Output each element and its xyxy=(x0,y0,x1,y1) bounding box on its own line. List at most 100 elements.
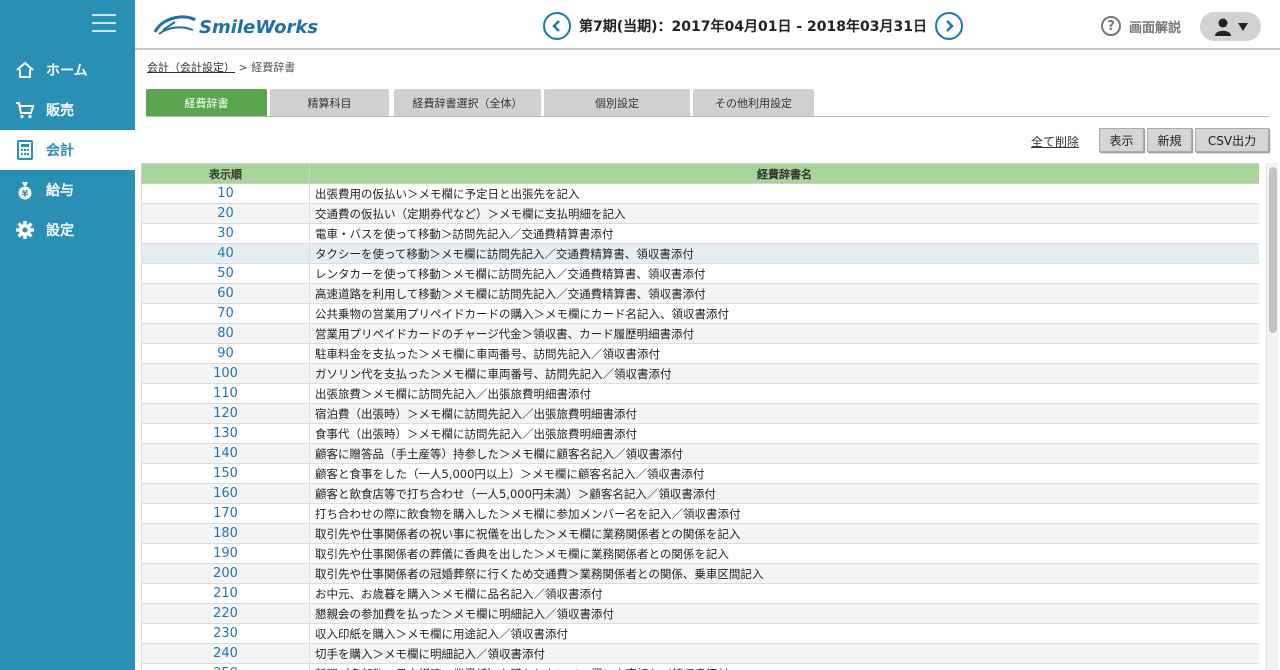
table-row[interactable]: 80 営業用プリペイドカードのチャージ代金＞領収書、カード履歴明細書添付 xyxy=(141,323,1259,344)
cell-order[interactable]: 80 xyxy=(141,323,310,344)
cell-order[interactable]: 210 xyxy=(141,583,310,604)
sidebar-item-sales[interactable]: 販売 xyxy=(0,90,135,130)
tab-dictionary-selection-all[interactable]: 経費辞書選択（全体） xyxy=(394,89,541,116)
cell-order[interactable]: 230 xyxy=(141,623,310,644)
table-row[interactable]: 230 収入印紙を購入＞メモ欄に用途記入／領収書添付 xyxy=(141,623,1259,644)
cell-name[interactable]: 収入印紙を購入＞メモ欄に用途記入／領収書添付 xyxy=(309,623,1259,644)
cell-name[interactable]: 駐車料金を支払った＞メモ欄に車両番号、訪問先記入／領収書添付 xyxy=(309,343,1259,364)
tab-expense-dictionary[interactable]: 経費辞書 xyxy=(146,89,267,116)
table-row[interactable]: 70 公共乗物の営業用プリペイドカードの購入＞メモ欄にカード名記入、領収書添付 xyxy=(141,303,1259,324)
table-row[interactable]: 90 駐車料金を支払った＞メモ欄に車両番号、訪問先記入／領収書添付 xyxy=(141,343,1259,364)
cell-name[interactable]: 顧客と飲食店等で打ち合わせ（一人5,000円未満）＞顧客名記入／領収書添付 xyxy=(309,483,1259,504)
table-row[interactable]: 110 出張旅費＞メモ欄に訪問先記入／出張旅費明細書添付 xyxy=(141,383,1259,404)
cell-name[interactable]: 取引先や仕事関係者の祝い事に祝儀を出した＞メモ欄に業務関係者との関係を記入 xyxy=(309,523,1259,544)
cell-order[interactable]: 140 xyxy=(141,443,310,464)
tab-settlement-accounts[interactable]: 精算科目 xyxy=(270,89,389,116)
table-row[interactable]: 10 出張費用の仮払い＞メモ欄に予定日と出張先を記入 xyxy=(141,183,1259,204)
cell-name[interactable]: 新聞（多部数・日本経済・業界紙）を購入した＞メモ欄に内容記入／領収書添付 xyxy=(309,663,1259,670)
delete-all-link[interactable]: 全て削除 xyxy=(1031,133,1079,150)
table-row[interactable]: 100 ガソリン代を支払った＞メモ欄に車両番号、訪問先記入／領収書添付 xyxy=(141,363,1259,384)
logo[interactable]: SmileWorks xyxy=(153,12,318,42)
table-row[interactable]: 180 取引先や仕事関係者の祝い事に祝儀を出した＞メモ欄に業務関係者との関係を記入 xyxy=(141,523,1259,544)
cell-order[interactable]: 220 xyxy=(141,603,310,624)
cell-order[interactable]: 70 xyxy=(141,303,310,324)
cell-order[interactable]: 110 xyxy=(141,383,310,404)
table-row[interactable]: 220 懇親会の参加費を払った＞メモ欄に明細記入／領収書添付 xyxy=(141,603,1259,624)
table-row[interactable]: 150 顧客と食事をした（一人5,000円以上）＞メモ欄に顧客名記入／領収書添付 xyxy=(141,463,1259,484)
user-menu-button[interactable] xyxy=(1200,12,1261,41)
cell-name[interactable]: ガソリン代を支払った＞メモ欄に車両番号、訪問先記入／領収書添付 xyxy=(309,363,1259,384)
cell-order[interactable]: 180 xyxy=(141,523,310,544)
cell-order[interactable]: 130 xyxy=(141,423,310,444)
column-header-order[interactable]: 表示順 xyxy=(141,163,310,184)
table-row[interactable]: 40 タクシーを使って移動＞メモ欄に訪問先記入／交通費精算書、領収書添付 xyxy=(141,243,1259,264)
vertical-scrollbar[interactable] xyxy=(1266,163,1278,670)
table-row[interactable]: 120 宿泊費（出張時）＞メモ欄に訪問先記入／出張旅費明細書添付 xyxy=(141,403,1259,424)
table-row[interactable]: 190 取引先や仕事関係者の葬儀に香典を出した＞メモ欄に業務関係者との関係を記入 xyxy=(141,543,1259,564)
cell-name[interactable]: 高速道路を利用して移動＞メモ欄に訪問先記入／交通費精算書、領収書添付 xyxy=(309,283,1259,304)
cell-name[interactable]: 顧客に贈答品（手土産等）持参した＞メモ欄に顧客名記入／領収書添付 xyxy=(309,443,1259,464)
cell-order[interactable]: 20 xyxy=(141,203,310,224)
next-period-button[interactable] xyxy=(934,12,963,40)
cell-name[interactable]: 宿泊費（出張時）＞メモ欄に訪問先記入／出張旅費明細書添付 xyxy=(309,403,1259,424)
table-row[interactable]: 250新聞（多部数・日本経済・業界紙）を購入した＞メモ欄に内容記入／領収書添付 xyxy=(141,663,1259,670)
tab-other-usage-settings[interactable]: その他利用設定 xyxy=(693,89,814,116)
cell-name[interactable]: 出張費用の仮払い＞メモ欄に予定日と出張先を記入 xyxy=(309,183,1259,204)
show-button[interactable]: 表示 xyxy=(1099,128,1144,152)
sidebar-item-home[interactable]: ホーム xyxy=(0,50,135,90)
cell-order[interactable]: 170 xyxy=(141,503,310,524)
table-row[interactable]: 240 切手を購入＞メモ欄に明細記入／領収書添付 xyxy=(141,643,1259,664)
cell-name[interactable]: 懇親会の参加費を払った＞メモ欄に明細記入／領収書添付 xyxy=(309,603,1259,624)
breadcrumb-parent-link[interactable]: 会計（会計設定） xyxy=(147,61,235,74)
cell-order[interactable]: 190 xyxy=(141,543,310,564)
table-row[interactable]: 60 高速道路を利用して移動＞メモ欄に訪問先記入／交通費精算書、領収書添付 xyxy=(141,283,1259,304)
cell-name[interactable]: 営業用プリペイドカードのチャージ代金＞領収書、カード履歴明細書添付 xyxy=(309,323,1259,344)
cell-order[interactable]: 120 xyxy=(141,403,310,424)
cell-name[interactable]: レンタカーを使って移動＞メモ欄に訪問先記入／交通費精算書、領収書添付 xyxy=(309,263,1259,284)
sidebar-item-payroll[interactable]: ¥ 給与 xyxy=(0,170,135,210)
cell-name[interactable]: 取引先や仕事関係者の冠婚葬祭に行くため交通費＞業務関係者との関係、乗車区間記入 xyxy=(309,563,1259,584)
new-button[interactable]: 新規 xyxy=(1147,128,1192,152)
cell-name[interactable]: 切手を購入＞メモ欄に明細記入／領収書添付 xyxy=(309,643,1259,664)
prev-period-button[interactable] xyxy=(543,12,571,40)
table-row[interactable]: 20 交通費の仮払い（定期券代など）＞メモ欄に支払明細を記入 xyxy=(141,203,1259,224)
table-row[interactable]: 30 電車・バスを使って移動＞訪問先記入／交通費精算書添付 xyxy=(141,223,1259,244)
cell-name[interactable]: 出張旅費＞メモ欄に訪問先記入／出張旅費明細書添付 xyxy=(309,383,1259,404)
cell-order[interactable]: 100 xyxy=(141,363,310,384)
cell-name[interactable]: 食事代（出張時）＞メモ欄に訪問先記入／出張旅費明細書添付 xyxy=(309,423,1259,444)
cell-order[interactable]: 200 xyxy=(141,563,310,584)
csv-export-button[interactable]: CSV出力 xyxy=(1195,128,1269,152)
cell-order[interactable]: 160 xyxy=(141,483,310,504)
cell-order[interactable]: 90 xyxy=(141,343,310,364)
table-row[interactable]: 200 取引先や仕事関係者の冠婚葬祭に行くため交通費＞業務関係者との関係、乗車区間… xyxy=(141,563,1259,584)
table-row[interactable]: 170 打ち合わせの際に飲食物を購入した＞メモ欄に参加メンバー名を記入／領収書添付 xyxy=(141,503,1259,524)
cell-order[interactable]: 40 xyxy=(141,243,310,264)
help-button[interactable]: ? 画面解説 xyxy=(1101,16,1181,36)
cell-order[interactable]: 150 xyxy=(141,463,310,484)
cell-order[interactable]: 10 xyxy=(141,183,310,204)
cell-order[interactable]: 30 xyxy=(141,223,310,244)
table-row[interactable]: 130 食事代（出張時）＞メモ欄に訪問先記入／出張旅費明細書添付 xyxy=(141,423,1259,444)
column-header-name[interactable]: 経費辞書名 xyxy=(309,163,1259,184)
cell-name[interactable]: 取引先や仕事関係者の葬儀に香典を出した＞メモ欄に業務関係者との関係を記入 xyxy=(309,543,1259,564)
cell-order[interactable]: 50 xyxy=(141,263,310,284)
cell-name[interactable]: お中元、お歳暮を購入＞メモ欄に品名記入／領収書添付 xyxy=(309,583,1259,604)
menu-toggle-icon[interactable] xyxy=(92,14,116,34)
sidebar-item-accounting[interactable]: 会計 xyxy=(0,130,135,170)
cell-order[interactable]: 240 xyxy=(141,643,310,664)
sidebar-item-settings[interactable]: 設定 xyxy=(0,210,135,250)
table-row[interactable]: 140 顧客に贈答品（手土産等）持参した＞メモ欄に顧客名記入／領収書添付 xyxy=(141,443,1259,464)
cell-name[interactable]: 打ち合わせの際に飲食物を購入した＞メモ欄に参加メンバー名を記入／領収書添付 xyxy=(309,503,1259,524)
cell-name[interactable]: 電車・バスを使って移動＞訪問先記入／交通費精算書添付 xyxy=(309,223,1259,244)
table-row[interactable]: 50 レンタカーを使って移動＞メモ欄に訪問先記入／交通費精算書、領収書添付 xyxy=(141,263,1259,284)
table-row[interactable]: 160 顧客と飲食店等で打ち合わせ（一人5,000円未満）＞顧客名記入／領収書添付 xyxy=(141,483,1259,504)
cell-name[interactable]: 顧客と食事をした（一人5,000円以上）＞メモ欄に顧客名記入／領収書添付 xyxy=(309,463,1259,484)
tab-individual-settings[interactable]: 個別設定 xyxy=(544,89,690,116)
cell-name[interactable]: タクシーを使って移動＞メモ欄に訪問先記入／交通費精算書、領収書添付 xyxy=(309,243,1259,264)
cell-order[interactable]: 250 xyxy=(141,663,310,670)
scrollbar-thumb[interactable] xyxy=(1269,167,1277,333)
cell-order[interactable]: 60 xyxy=(141,283,310,304)
cell-name[interactable]: 交通費の仮払い（定期券代など）＞メモ欄に支払明細を記入 xyxy=(309,203,1259,224)
cell-name[interactable]: 公共乗物の営業用プリペイドカードの購入＞メモ欄にカード名記入、領収書添付 xyxy=(309,303,1259,324)
table-row[interactable]: 210 お中元、お歳暮を購入＞メモ欄に品名記入／領収書添付 xyxy=(141,583,1259,604)
